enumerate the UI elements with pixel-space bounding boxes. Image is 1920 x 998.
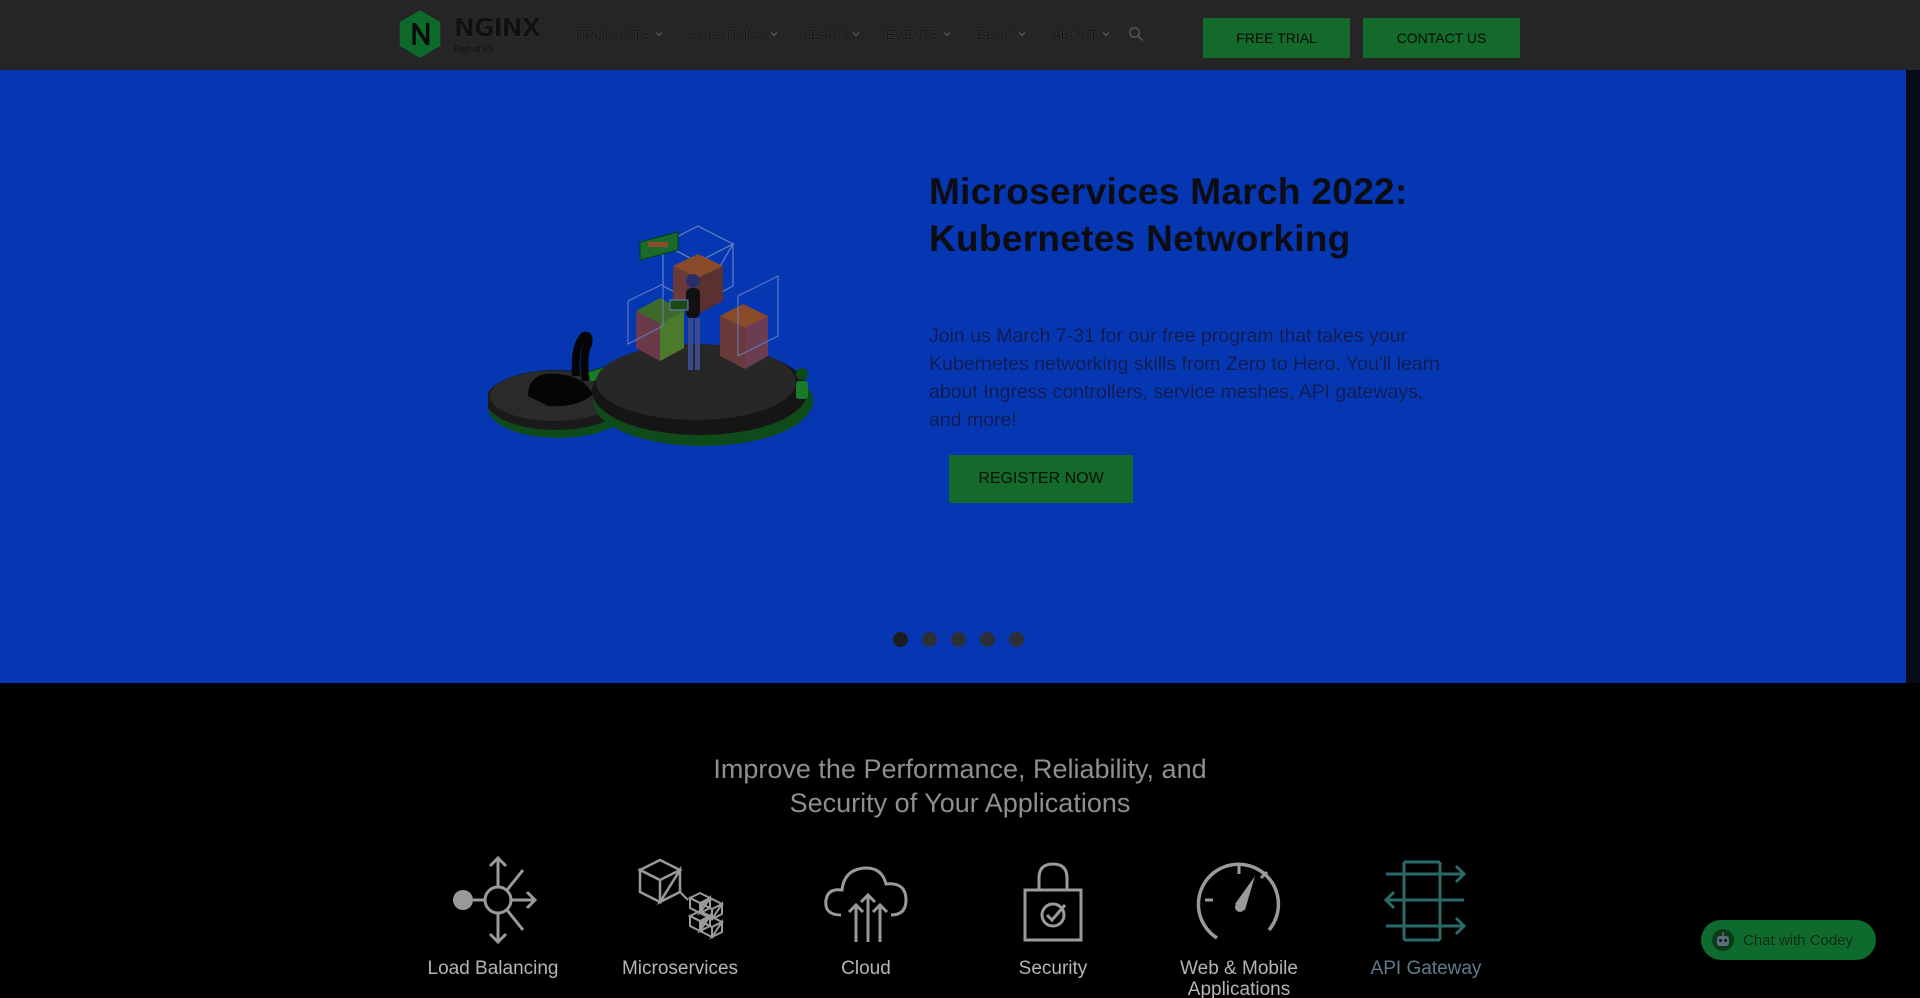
nav-about[interactable]: ABOUT	[1052, 27, 1110, 42]
nginx-hex-icon	[399, 10, 441, 58]
nav-products[interactable]: PRODUCTS	[576, 27, 663, 42]
chevron-down-icon	[852, 32, 860, 37]
feature-label: Web & Mobile Applications	[1180, 958, 1298, 998]
hero-edge-strip	[1906, 70, 1920, 683]
nav-events[interactable]: EVENTS	[886, 27, 951, 42]
feature-web-mobile[interactable]: Web & Mobile Applications	[1154, 850, 1324, 998]
feature-label: Cloud	[841, 958, 891, 979]
cloud-icon	[824, 866, 908, 942]
hero-title-line: Kubernetes Networking	[929, 218, 1351, 259]
carousel-dot-5[interactable]	[1009, 632, 1024, 647]
free-trial-button[interactable]: FREE TRIAL	[1203, 18, 1350, 58]
feature-load-balancing[interactable]: Load Balancing	[408, 850, 578, 979]
search-icon[interactable]	[1128, 26, 1144, 42]
feature-label: Security	[1018, 958, 1088, 979]
feature-microservices[interactable]: Microservices	[595, 850, 765, 979]
site-header: NGINX Part of F5 PRODUCTS SOLUTIONS LEAR…	[0, 0, 1920, 70]
microservices-icon	[637, 858, 725, 940]
carousel-dots	[893, 632, 1038, 647]
feature-cloud[interactable]: Cloud	[781, 850, 951, 979]
feature-label: Load Balancing	[427, 958, 559, 979]
carousel-dot-4[interactable]	[980, 632, 995, 647]
nav-label: SOLUTIONS	[688, 26, 766, 42]
load-balancing-icon	[453, 855, 538, 945]
kubernetes-illustration	[488, 225, 813, 446]
feature-label: Microservices	[621, 958, 739, 979]
main-nav: PRODUCTS SOLUTIONS LEARN EVENTS BLOG ABO…	[576, 22, 1144, 46]
security-icon	[1023, 862, 1083, 942]
nav-learn[interactable]: LEARN	[804, 27, 860, 42]
register-now-button[interactable]: REGISTER NOW	[949, 455, 1133, 503]
hero-description: Join us March 7-31 for our free program …	[929, 325, 1440, 431]
chat-with-codey-button[interactable]: Chat with Codey	[1701, 920, 1876, 960]
nav-label: PRODUCTS	[576, 26, 651, 42]
chat-label: Chat with Codey	[1743, 931, 1854, 949]
carousel-dot-1[interactable]	[893, 632, 908, 647]
chevron-down-icon	[943, 32, 951, 37]
features-heading: Improve the Performance, Reliability, an…	[660, 752, 1260, 820]
carousel-dot-3[interactable]	[951, 632, 966, 647]
hero-title-line: Microservices March 2022:	[929, 171, 1408, 212]
chevron-down-icon	[655, 32, 663, 37]
contact-us-button[interactable]: CONTACT US	[1363, 18, 1520, 58]
robot-avatar-icon	[1712, 929, 1734, 951]
chevron-down-icon	[770, 32, 777, 37]
chevron-down-icon	[1018, 32, 1026, 37]
nav-blog[interactable]: BLOG	[977, 27, 1026, 42]
features-heading-line: Security of Your Applications	[789, 788, 1131, 818]
nav-label: BLOG	[977, 26, 1015, 42]
nginx-logo[interactable]: NGINX Part of F5	[398, 4, 541, 64]
feature-label: API Gateway	[1370, 958, 1482, 979]
feature-api-gateway[interactable]: API Gateway	[1341, 850, 1511, 979]
feature-security[interactable]: Security	[968, 850, 1138, 979]
carousel-dot-2[interactable]	[922, 632, 937, 647]
features-heading-line: Improve the Performance, Reliability, an…	[713, 754, 1207, 784]
nav-label: EVENTS	[885, 26, 940, 42]
hero-title: Microservices March 2022: Kubernetes Net…	[929, 168, 1489, 262]
logo-tagline: Part of F5	[454, 43, 494, 54]
nav-solutions[interactable]: SOLUTIONS	[689, 27, 778, 42]
speedometer-icon	[1196, 862, 1281, 940]
api-gateway-icon	[1383, 860, 1467, 942]
nav-label: ABOUT	[1052, 26, 1098, 42]
logo-wordmark: NGINX	[454, 12, 541, 42]
chevron-down-icon	[1102, 32, 1110, 37]
nav-label: LEARN	[803, 26, 848, 42]
